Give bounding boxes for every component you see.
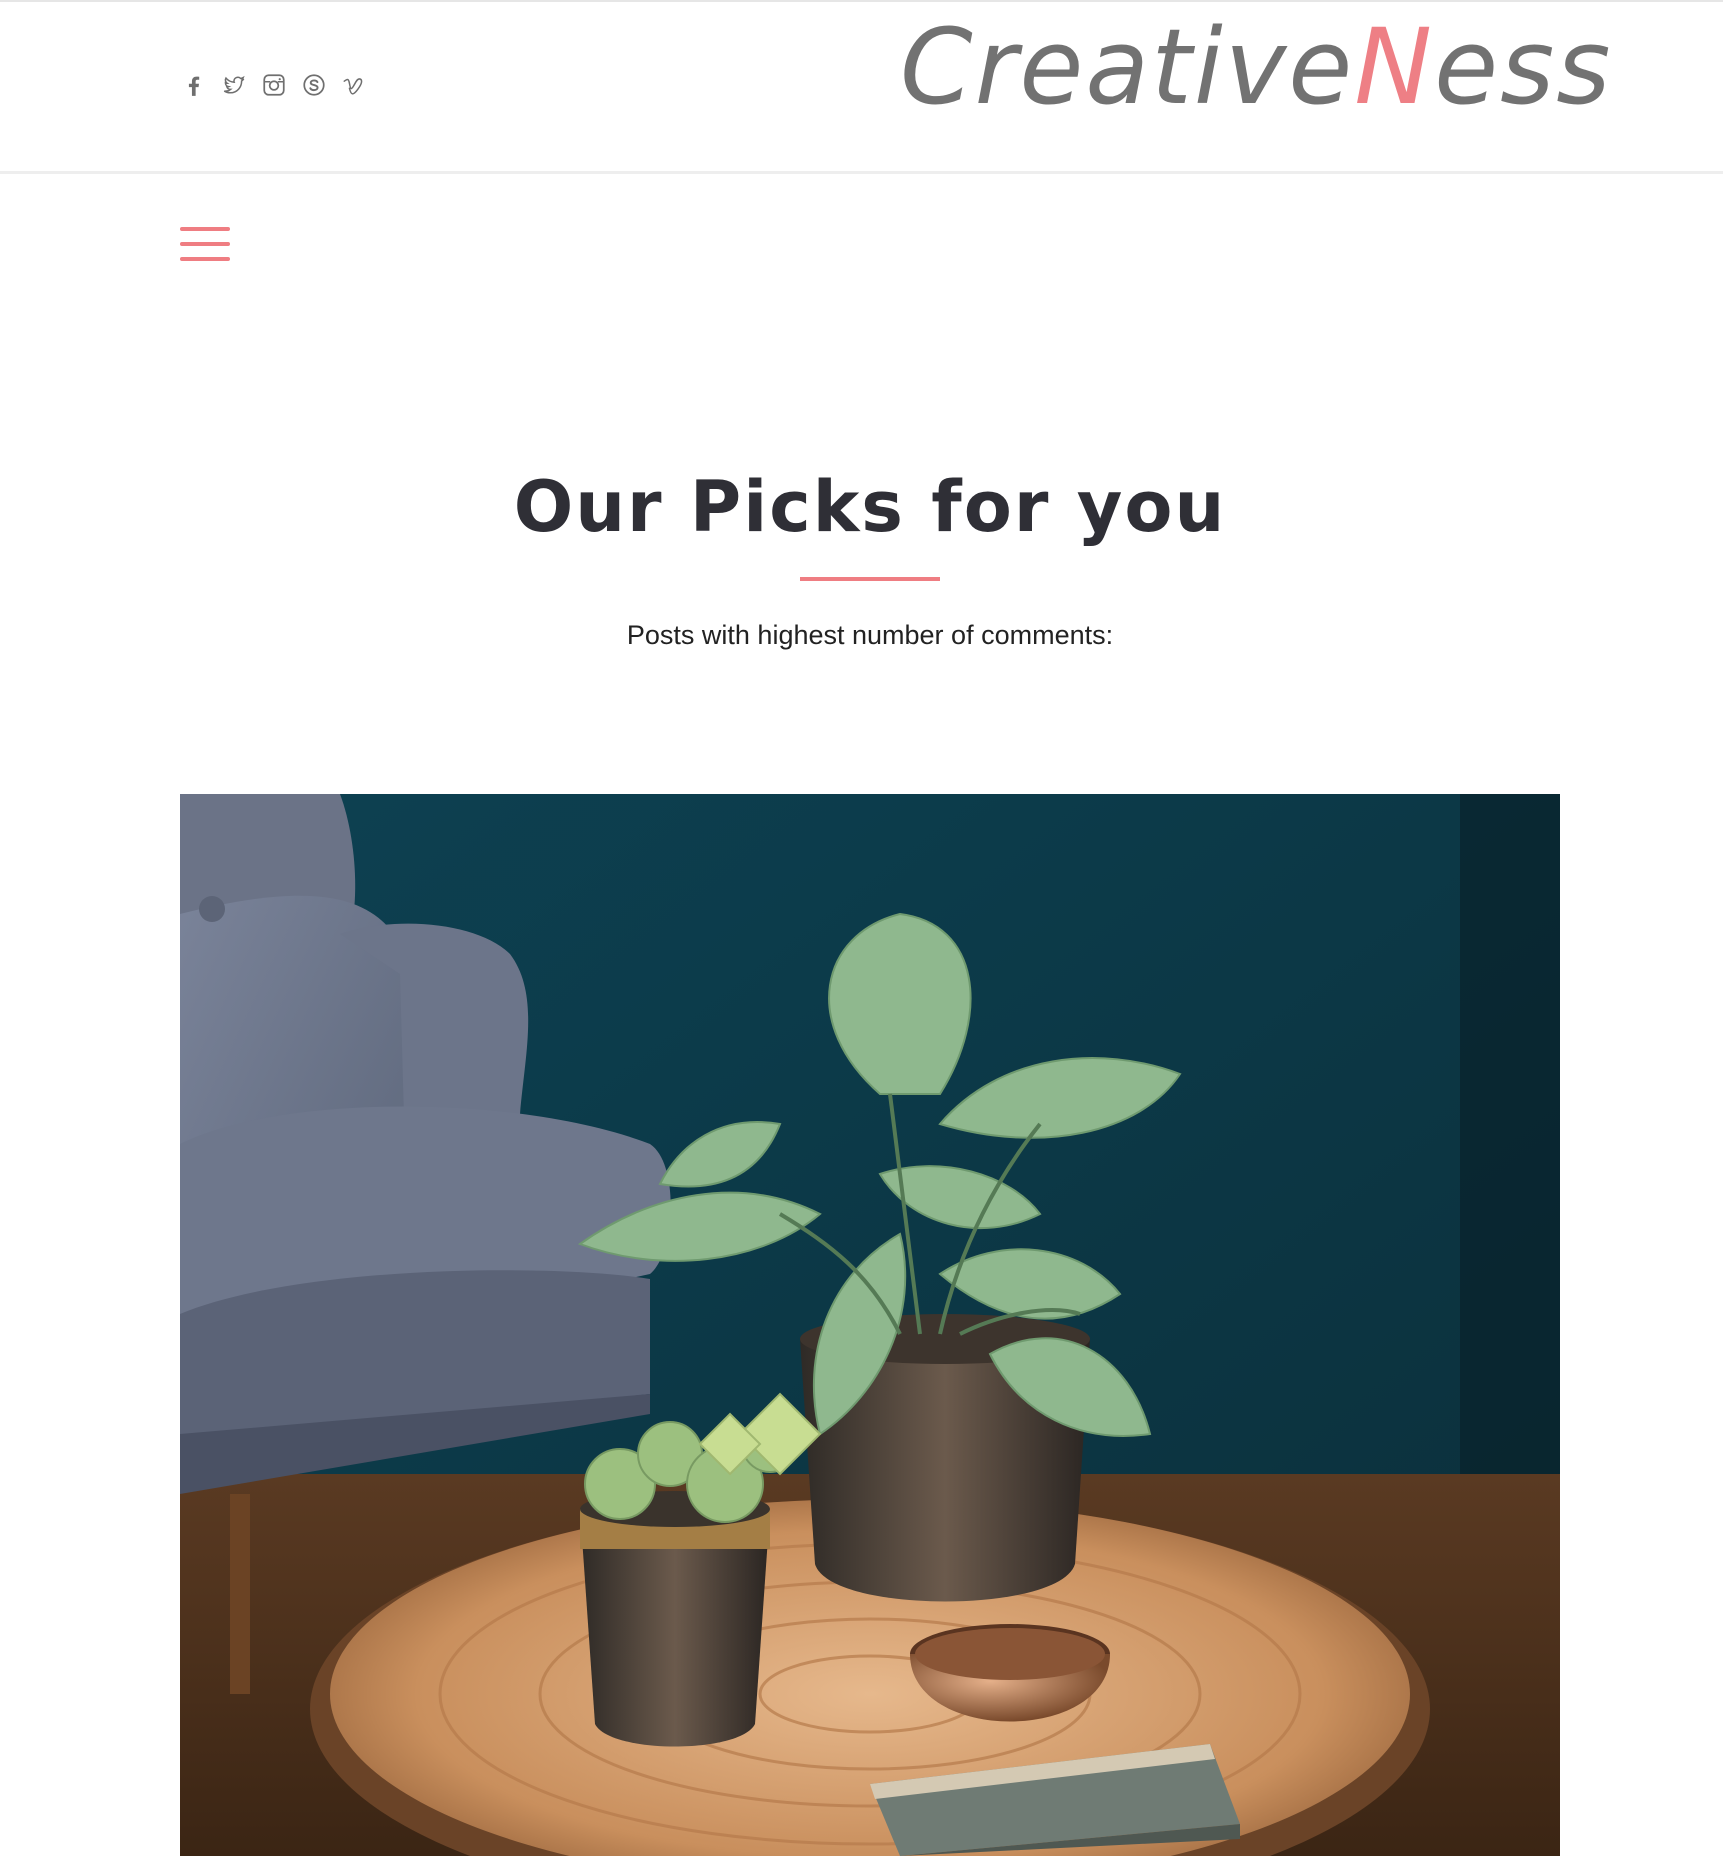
site-logo[interactable]: CreativeNess <box>900 2 1612 132</box>
social-links <box>180 70 368 100</box>
logo-part-creative: Creative <box>900 6 1355 128</box>
logo-part-n: N <box>1354 6 1435 128</box>
logo-part-ess: ess <box>1434 6 1613 128</box>
skype-icon[interactable] <box>300 70 328 100</box>
menu-bar-top <box>180 227 230 231</box>
site-header: CreativeNess <box>0 2 1723 172</box>
facebook-icon[interactable] <box>180 70 208 100</box>
twitter-icon[interactable] <box>220 70 248 100</box>
section-subtitle: Posts with highest number of comments: <box>626 620 1114 650</box>
instagram-icon[interactable] <box>260 70 288 100</box>
vimeo-icon[interactable] <box>340 70 368 100</box>
page: CreativeNess Our Picks for you Posts wit… <box>0 0 1723 1856</box>
section-title: Our Picks for you <box>513 466 1227 548</box>
header-divider <box>0 171 1723 174</box>
plant-on-wooden-table-photo <box>180 794 1560 1856</box>
menu-bar-middle <box>180 242 230 246</box>
title-underline <box>800 577 940 581</box>
featured-post-image[interactable] <box>180 794 1560 1856</box>
hamburger-menu-icon[interactable] <box>180 227 230 263</box>
menu-bar-bottom <box>180 257 230 261</box>
